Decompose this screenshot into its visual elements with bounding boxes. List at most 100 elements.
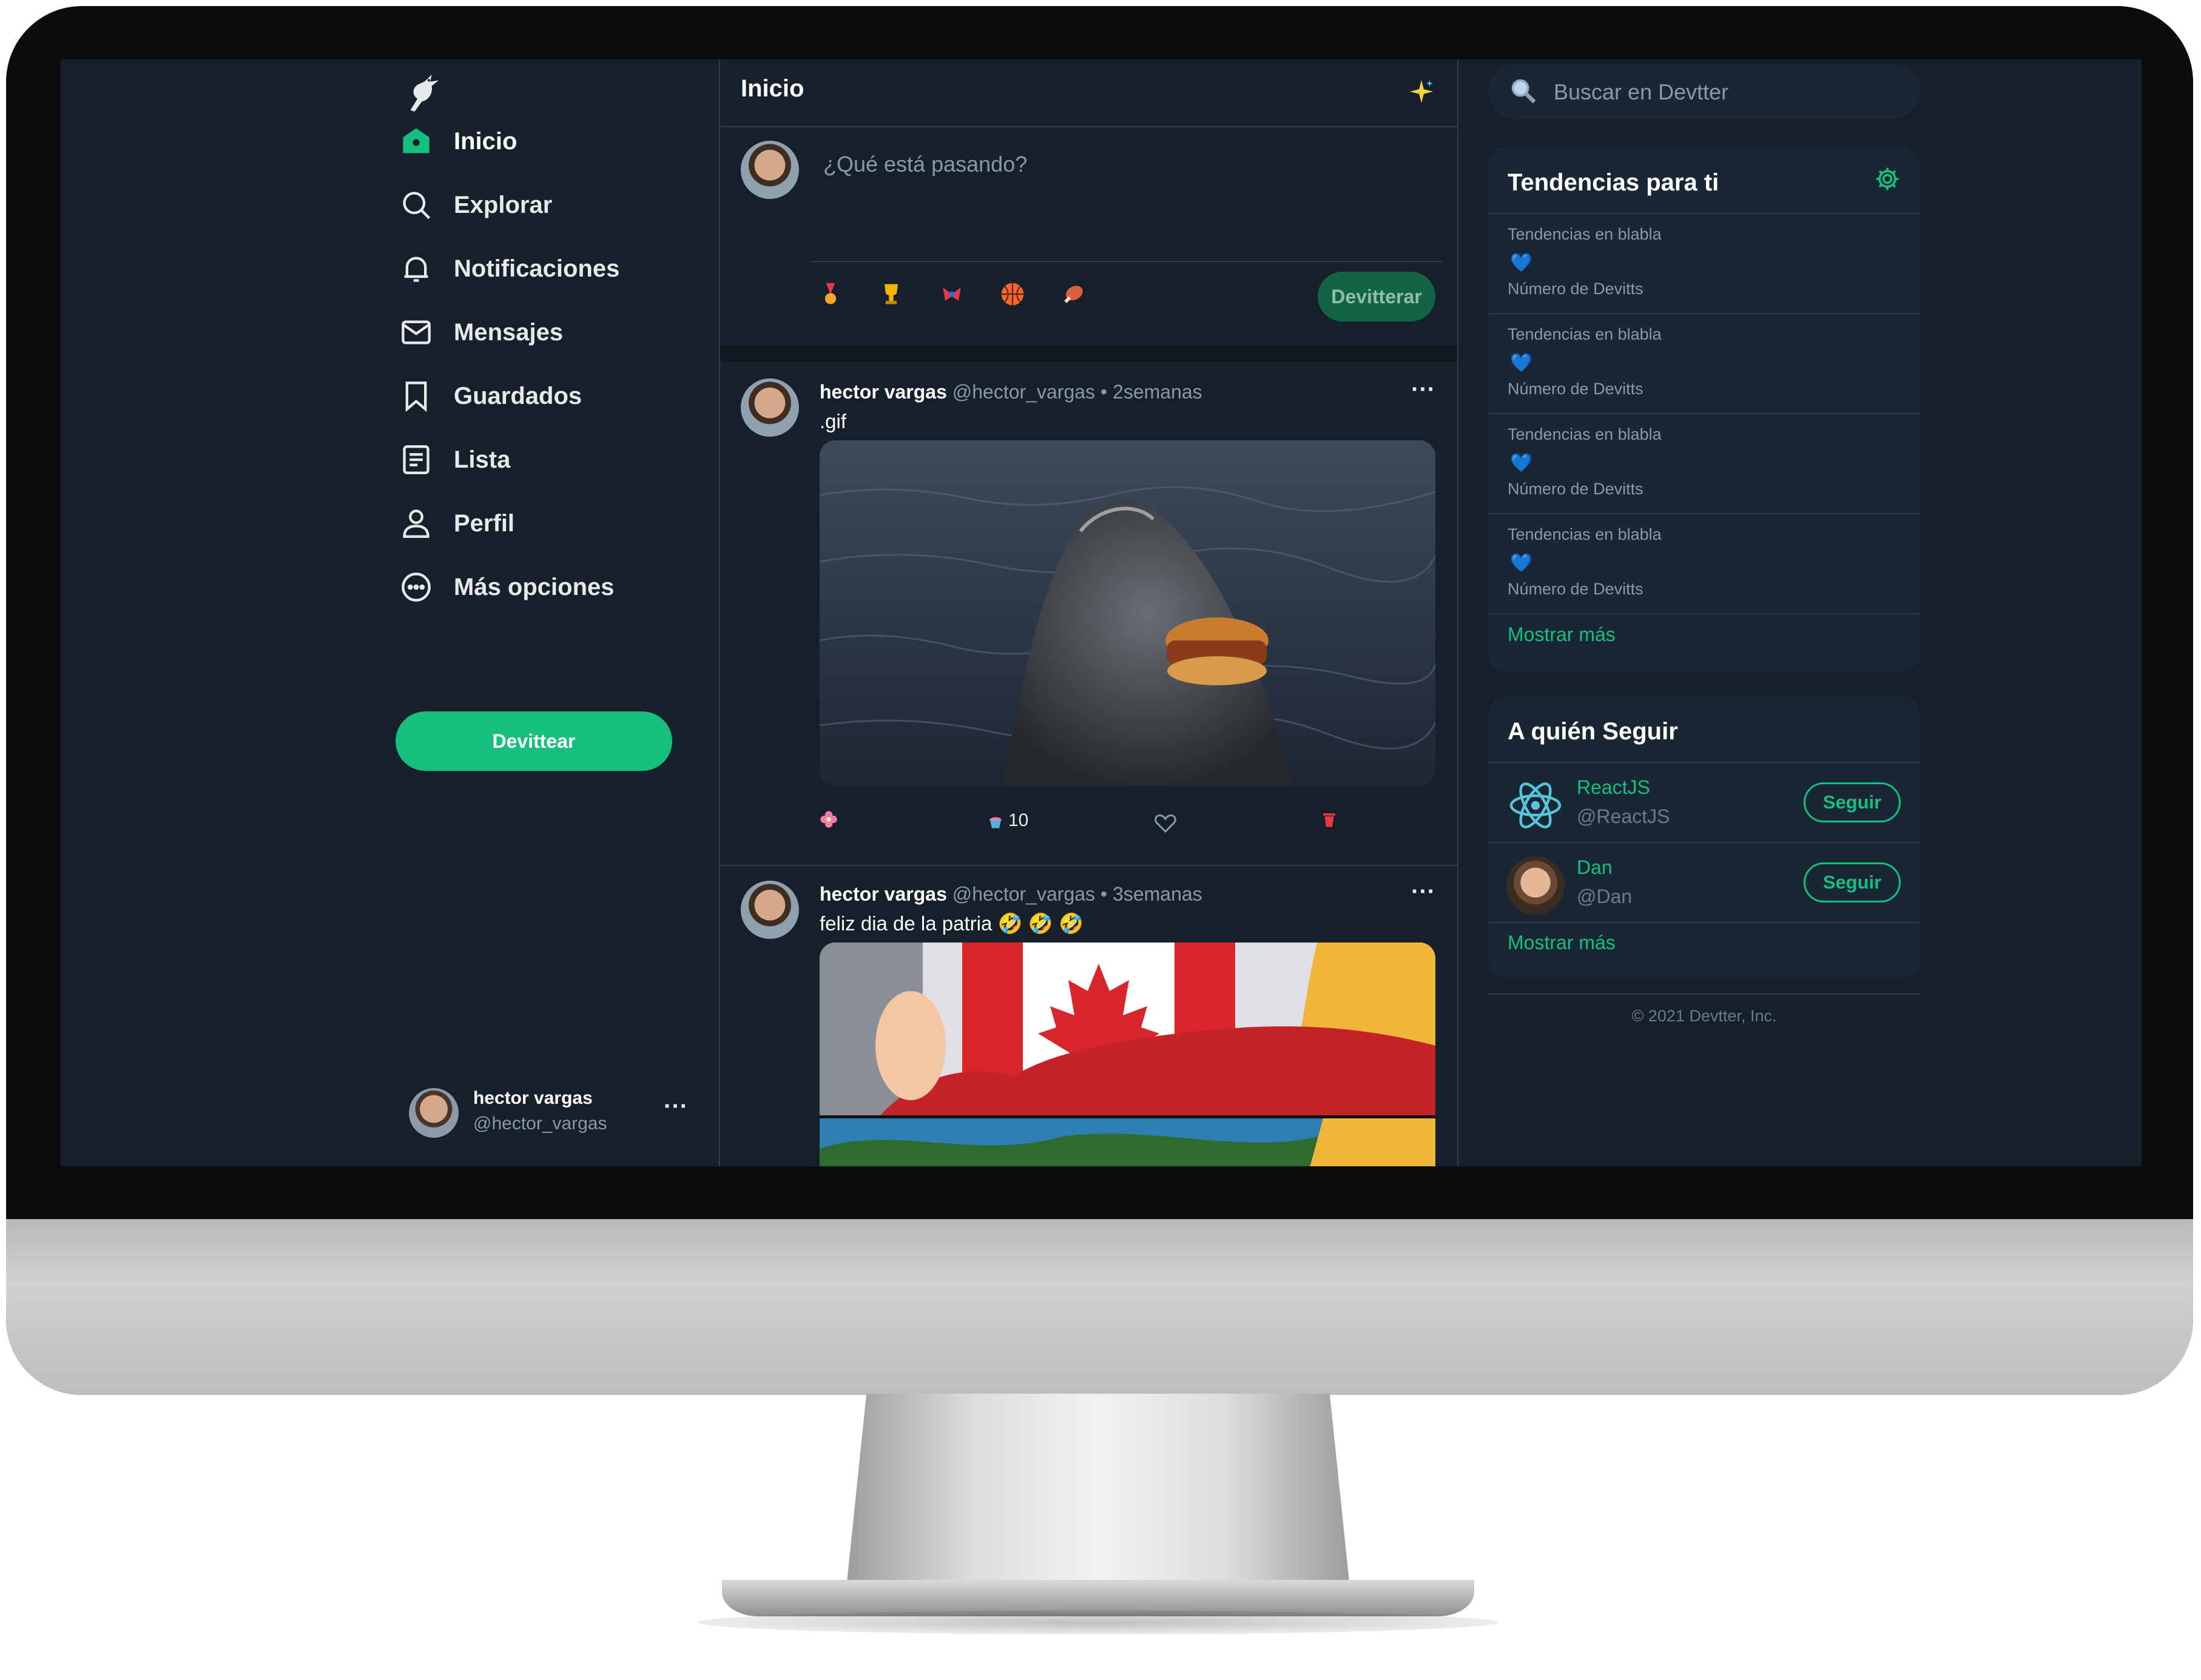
nav-item-mensajes[interactable]: Mensajes <box>400 308 563 357</box>
list-icon <box>403 445 430 474</box>
trend-count: Número de Devitts <box>1508 580 1643 598</box>
tweet-more-icon[interactable]: ··· <box>1411 878 1435 906</box>
nav-label-perfil: Perfil <box>454 509 515 537</box>
follow-button[interactable]: Seguir <box>1804 862 1901 902</box>
monitor-chin <box>6 1219 2193 1395</box>
avatar <box>741 141 799 199</box>
trend-hashtag: 💙 <box>1510 553 1533 573</box>
gear-icon[interactable] <box>1874 166 1901 192</box>
nav-item-inicio[interactable]: Inicio <box>400 117 517 166</box>
avatar[interactable] <box>741 378 799 437</box>
trend-context: Tendencias en blabla <box>1508 225 1662 243</box>
trend-item[interactable]: Tendencias en blabla 💙 Número de Devitts <box>1488 314 1920 414</box>
trend-context: Tendencias en blabla <box>1508 425 1662 443</box>
account-more-icon[interactable]: ··· <box>664 1093 688 1120</box>
trend-count: Número de Devitts <box>1508 380 1643 398</box>
compose-toolbar <box>817 281 1087 307</box>
tweet-card[interactable]: hector vargas @hector_vargas • 3semanas … <box>720 865 1457 1166</box>
food-icon[interactable] <box>1060 281 1087 307</box>
avatar[interactable] <box>741 881 799 939</box>
nav-item-mas-opciones[interactable]: Más opciones <box>400 563 615 611</box>
left-sidebar: Inicio Explorar Notificaciones Mensajes … <box>340 59 716 1166</box>
nav-item-notificaciones[interactable]: Notificaciones <box>400 244 619 293</box>
trend-hashtag: 💙 <box>1510 453 1533 473</box>
tweet-header: hector vargas @hector_vargas • 2semanas <box>820 381 1202 403</box>
avatar <box>409 1088 459 1138</box>
trends-header: Tendencias para ti <box>1488 147 1920 214</box>
nav-label-inicio: Inicio <box>454 127 517 155</box>
feed-header: Inicio <box>720 59 1457 127</box>
who-to-follow-panel: A quién Seguir ReactJS @ReactJS Seguir D… <box>1488 696 1920 978</box>
sparkle-icon[interactable] <box>1407 78 1435 106</box>
cupcake-icon <box>989 817 1002 828</box>
tweet-separator: • <box>1100 883 1108 905</box>
tweet-author-name[interactable]: hector vargas <box>820 381 947 403</box>
trend-item[interactable]: Tendencias en blabla 💙 Número de Devitts <box>1488 414 1920 514</box>
tweet-action-flower[interactable] <box>820 810 838 828</box>
trash-icon <box>1323 813 1335 827</box>
tweet-action-retweet[interactable]: 10 <box>986 810 1028 831</box>
compose-divider <box>811 261 1442 262</box>
user-icon <box>403 509 430 538</box>
tweet-author-name[interactable]: hector vargas <box>820 883 947 905</box>
compose-input[interactable]: ¿Qué está pasando? <box>823 152 1027 177</box>
medal-icon[interactable] <box>817 281 844 307</box>
devittear-button[interactable]: Devittear <box>396 711 672 771</box>
right-sidebar: Tendencias para ti Tendencias en blabla … <box>1459 59 2142 1166</box>
follow-show-more-link[interactable]: Mostrar más <box>1508 932 1616 954</box>
nav-label-lista: Lista <box>454 446 511 473</box>
follow-user-handle: @Dan <box>1577 885 1633 907</box>
trophy-icon[interactable] <box>878 281 905 307</box>
tweet-media[interactable] <box>820 942 1435 1166</box>
nav-label-mas-opciones: Más opciones <box>454 573 615 600</box>
trends-title: Tendencias para ti <box>1508 169 1719 196</box>
nav-item-perfil[interactable]: Perfil <box>400 499 514 548</box>
tweet-separator: • <box>1100 381 1108 403</box>
react-logo-icon <box>1506 776 1565 835</box>
bird-logo-icon[interactable] <box>400 70 446 116</box>
compose-box: ¿Qué está pasando? Devitterar <box>720 127 1457 361</box>
ribbon-icon[interactable] <box>939 281 965 307</box>
devitterar-button[interactable]: Devitterar <box>1318 272 1435 321</box>
search-icon <box>1511 79 1536 104</box>
who-to-follow-title: A quién Seguir <box>1508 718 1678 745</box>
search-bar[interactable] <box>1488 64 1920 120</box>
trend-item[interactable]: Tendencias en blabla 💙 Número de Devitts <box>1488 214 1920 314</box>
nav-item-explorar[interactable]: Explorar <box>400 181 552 229</box>
tweet-gif-image <box>820 440 1435 786</box>
trend-context: Tendencias en blabla <box>1508 525 1662 543</box>
nav-item-lista[interactable]: Lista <box>400 435 510 484</box>
tweet-action-delete[interactable] <box>1320 810 1338 828</box>
follow-suggestion[interactable]: Dan @Dan Seguir <box>1488 843 1920 923</box>
trend-item[interactable]: Tendencias en blabla 💙 Número de Devitts <box>1488 514 1920 614</box>
follow-suggestion[interactable]: ReactJS @ReactJS Seguir <box>1488 763 1920 843</box>
trends-show-more-link[interactable]: Mostrar más <box>1508 623 1616 646</box>
tweet-author-handle: @hector_vargas <box>952 883 1096 905</box>
tweet-media[interactable] <box>820 440 1435 786</box>
tweet-action-like[interactable] <box>1153 810 1178 835</box>
tweet-author-handle: @hector_vargas <box>952 381 1096 403</box>
app-screen: Inicio Explorar Notificaciones Mensajes … <box>61 59 2142 1166</box>
footer-divider <box>1488 993 1920 995</box>
search-input[interactable] <box>1552 64 1895 120</box>
monitor-frame: Inicio Explorar Notificaciones Mensajes … <box>6 6 2193 1395</box>
tweet-card[interactable]: hector vargas @hector_vargas • 2semanas … <box>720 363 1457 866</box>
trend-count: Número de Devitts <box>1508 280 1643 298</box>
nav-label-notificaciones: Notificaciones <box>454 255 620 282</box>
home-icon <box>403 128 430 153</box>
main-feed: Inicio ¿Qué está pasando? Devitterar hec… <box>719 59 1458 1166</box>
search-icon <box>403 192 431 220</box>
follow-user-name[interactable]: ReactJS <box>1577 776 1650 799</box>
tweet-more-icon[interactable]: ··· <box>1411 376 1435 403</box>
account-name: hector vargas <box>473 1088 593 1108</box>
tweet-time: 2semanas <box>1113 381 1202 403</box>
trend-hashtag: 💙 <box>1510 253 1533 273</box>
account-handle: @hector_vargas <box>473 1114 607 1134</box>
basketball-icon[interactable] <box>999 281 1026 307</box>
copyright-text: © 2021 Devtter, Inc. <box>1631 1007 1777 1025</box>
follow-button[interactable]: Seguir <box>1804 782 1901 822</box>
nav-label-guardados: Guardados <box>454 382 582 409</box>
nav-item-guardados[interactable]: Guardados <box>400 372 582 420</box>
follow-user-name[interactable]: Dan <box>1577 856 1613 879</box>
account-switcher[interactable]: hector vargas @hector_vargas ··· <box>409 1084 688 1139</box>
